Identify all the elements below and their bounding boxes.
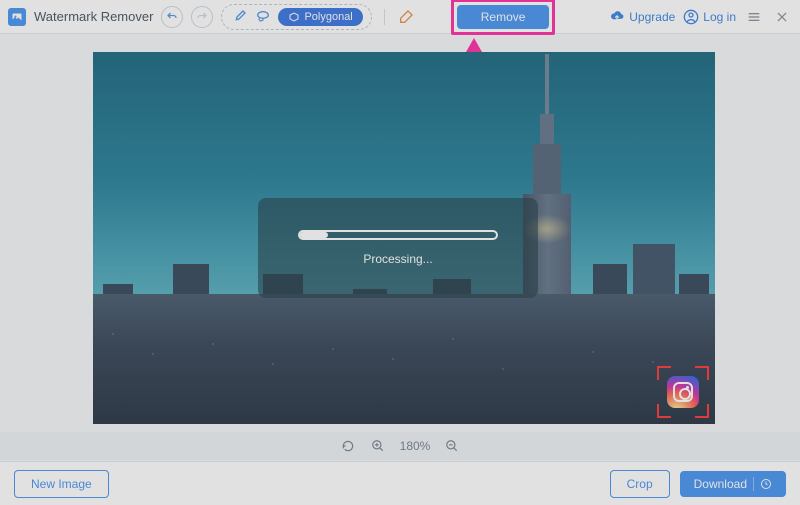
- remove-button[interactable]: Remove: [457, 5, 550, 29]
- selection-tool-group: Polygonal: [221, 4, 371, 30]
- annotation-highlight: Remove: [451, 0, 556, 35]
- undo-button[interactable]: [161, 6, 183, 28]
- watermark-selection[interactable]: [657, 366, 709, 418]
- processing-label: Processing...: [363, 252, 432, 266]
- lasso-tool-icon[interactable]: [254, 8, 272, 26]
- crop-label: Crop: [627, 477, 653, 491]
- new-image-button[interactable]: New Image: [14, 470, 109, 498]
- new-image-label: New Image: [31, 477, 92, 491]
- brush-tool-icon[interactable]: [230, 8, 248, 26]
- polygonal-tool-button[interactable]: Polygonal: [278, 8, 362, 26]
- download-button[interactable]: Download: [680, 471, 786, 497]
- app-logo-icon: [8, 8, 26, 26]
- polygonal-label: Polygonal: [304, 11, 352, 23]
- eraser-tool-icon[interactable]: [397, 8, 415, 26]
- top-toolbar: Watermark Remover Polygonal Remove Upgra…: [0, 0, 800, 34]
- login-button[interactable]: Log in: [683, 9, 736, 25]
- zoom-in-icon[interactable]: [370, 438, 386, 454]
- upgrade-button[interactable]: Upgrade: [610, 10, 675, 24]
- app-title: Watermark Remover: [34, 9, 153, 24]
- redo-button[interactable]: [191, 6, 213, 28]
- download-label: Download: [694, 477, 747, 491]
- upload-cloud-icon: [610, 10, 624, 24]
- zoom-bar: 180%: [0, 432, 800, 460]
- instagram-icon: [667, 376, 699, 408]
- crop-button[interactable]: Crop: [610, 470, 670, 498]
- menu-icon[interactable]: [744, 7, 764, 27]
- toolbar-divider: [384, 9, 385, 25]
- close-icon[interactable]: [772, 7, 792, 27]
- rotate-icon[interactable]: [340, 438, 356, 454]
- image-canvas[interactable]: Processing...: [93, 52, 715, 424]
- zoom-level: 180%: [400, 439, 431, 453]
- remove-label: Remove: [481, 10, 526, 24]
- clock-icon: [760, 478, 772, 490]
- user-circle-icon: [683, 9, 699, 25]
- login-label: Log in: [703, 10, 736, 24]
- processing-overlay: Processing...: [258, 198, 538, 298]
- footer-bar: New Image Crop Download: [0, 461, 800, 505]
- upgrade-label: Upgrade: [629, 10, 675, 24]
- progress-bar: [298, 230, 498, 240]
- zoom-out-icon[interactable]: [444, 438, 460, 454]
